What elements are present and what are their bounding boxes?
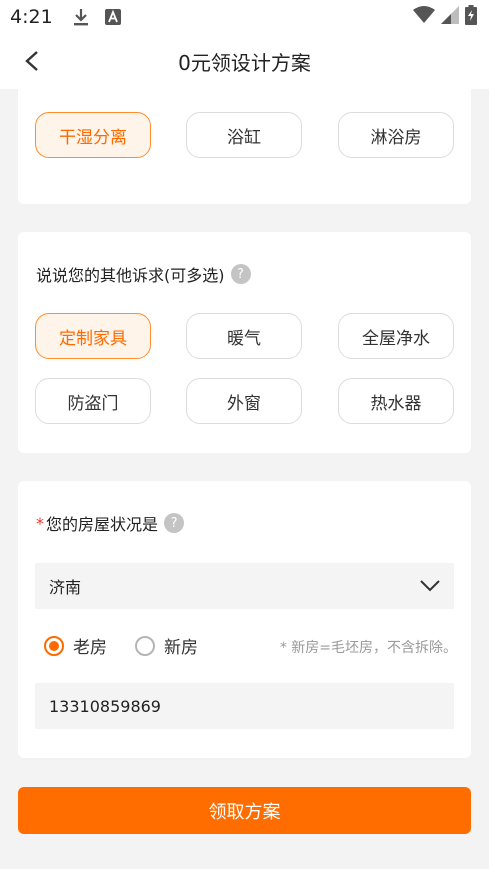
option-heating[interactable]: 暖气 bbox=[186, 313, 302, 359]
chevron-left-icon bbox=[25, 51, 38, 71]
other-requests-question: 说说您的其他诉求(可多选) ? bbox=[36, 262, 251, 286]
house-status-question: * 您的房屋状况是 ? bbox=[36, 511, 185, 535]
city-select[interactable]: 济南 bbox=[35, 563, 454, 609]
download-icon bbox=[71, 7, 91, 27]
option-shower-room[interactable]: 淋浴房 bbox=[338, 112, 454, 158]
radio-new-house-label: 新房 bbox=[164, 638, 198, 658]
radio-new-house-circle[interactable] bbox=[135, 635, 155, 656]
status-bar: 4:21 bbox=[0, 0, 489, 33]
option-dry-wet-separation[interactable]: 干湿分离 bbox=[35, 112, 151, 158]
help-icon[interactable]: ? bbox=[164, 513, 185, 533]
house-type-radio-group: 老房 新房 bbox=[44, 633, 226, 658]
house-status-card: * 您的房屋状况是 ? 济南 老房 新房 * 新房=毛坯房，不含拆除。 bbox=[18, 481, 471, 758]
wifi-icon bbox=[413, 5, 435, 28]
get-plan-button[interactable]: 领取方案 bbox=[18, 787, 471, 834]
required-mark: * bbox=[36, 513, 44, 533]
option-custom-furniture[interactable]: 定制家具 bbox=[35, 313, 151, 359]
help-icon[interactable]: ? bbox=[230, 264, 251, 284]
font-a-icon bbox=[103, 7, 123, 27]
cell-signal-icon bbox=[441, 5, 459, 28]
page-title: 0元领设计方案 bbox=[178, 50, 311, 75]
chevron-down-icon bbox=[420, 580, 440, 592]
back-button[interactable] bbox=[18, 47, 46, 75]
status-right-icons bbox=[413, 4, 477, 29]
option-water-heater[interactable]: 热水器 bbox=[338, 378, 454, 424]
question-text: 说说您的其他诉求(可多选) bbox=[36, 266, 225, 285]
radio-old-house[interactable]: 老房 bbox=[44, 633, 107, 658]
option-whole-house-water[interactable]: 全屋净水 bbox=[338, 313, 454, 359]
bathroom-options-card: 干湿分离 浴缸 淋浴房 bbox=[18, 89, 471, 204]
battery-charging-icon bbox=[465, 4, 477, 29]
radio-new-house[interactable]: 新房 bbox=[135, 633, 198, 658]
app-header: 0元领设计方案 bbox=[0, 33, 489, 89]
new-house-note: * 新房=毛坯房，不含拆除。 bbox=[279, 640, 457, 656]
other-requests-card: 说说您的其他诉求(可多选) ? 定制家具 暖气 全屋净水 防盗门 外窗 热水器 bbox=[18, 232, 471, 453]
status-time: 4:21 bbox=[10, 5, 53, 28]
option-security-door[interactable]: 防盗门 bbox=[35, 378, 151, 424]
city-value: 济南 bbox=[49, 578, 82, 597]
question-text: 您的房屋状况是 bbox=[46, 515, 159, 534]
radio-old-house-circle[interactable] bbox=[44, 635, 64, 656]
radio-old-house-label: 老房 bbox=[73, 638, 107, 658]
phone-input[interactable] bbox=[35, 683, 454, 729]
option-bathtub[interactable]: 浴缸 bbox=[186, 112, 302, 158]
option-window[interactable]: 外窗 bbox=[186, 378, 302, 424]
